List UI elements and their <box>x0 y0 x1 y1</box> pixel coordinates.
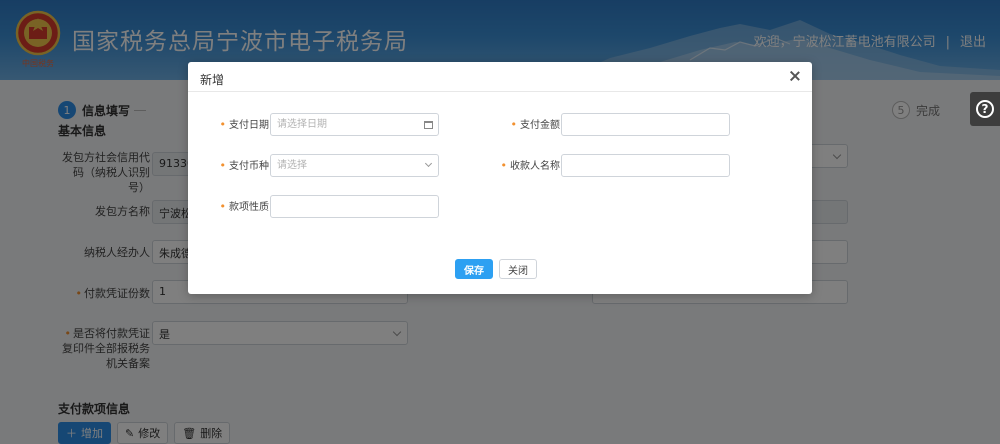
close-button[interactable]: 关闭 <box>499 259 537 279</box>
pay-currency-label: • 支付币种 <box>219 159 270 172</box>
pay-date-input[interactable] <box>270 113 439 136</box>
pay-amount-input[interactable] <box>561 113 730 136</box>
pay-date-label: • 支付日期 <box>219 118 270 131</box>
save-button[interactable]: 保存 <box>455 259 493 279</box>
modal-header: 新增 <box>188 62 812 92</box>
payee-name-input[interactable] <box>561 154 730 177</box>
close-icon[interactable] <box>788 69 802 83</box>
modal-title: 新增 <box>200 73 225 87</box>
add-payment-modal: 新增 •支付日期 •支付金额 •支付币种 •收款人名称 •款项性质 保存 关闭 <box>188 62 812 294</box>
payment-nature-input[interactable] <box>270 195 439 218</box>
calendar-icon <box>424 121 433 129</box>
help-circle-icon: ? <box>976 100 994 118</box>
pay-currency-select[interactable] <box>270 154 439 177</box>
payee-name-label: • 收款人名称 <box>500 159 561 172</box>
payment-nature-label: • 款项性质 <box>219 200 270 213</box>
help-button[interactable]: ? <box>970 92 1000 126</box>
pay-amount-label: • 支付金额 <box>510 118 561 131</box>
